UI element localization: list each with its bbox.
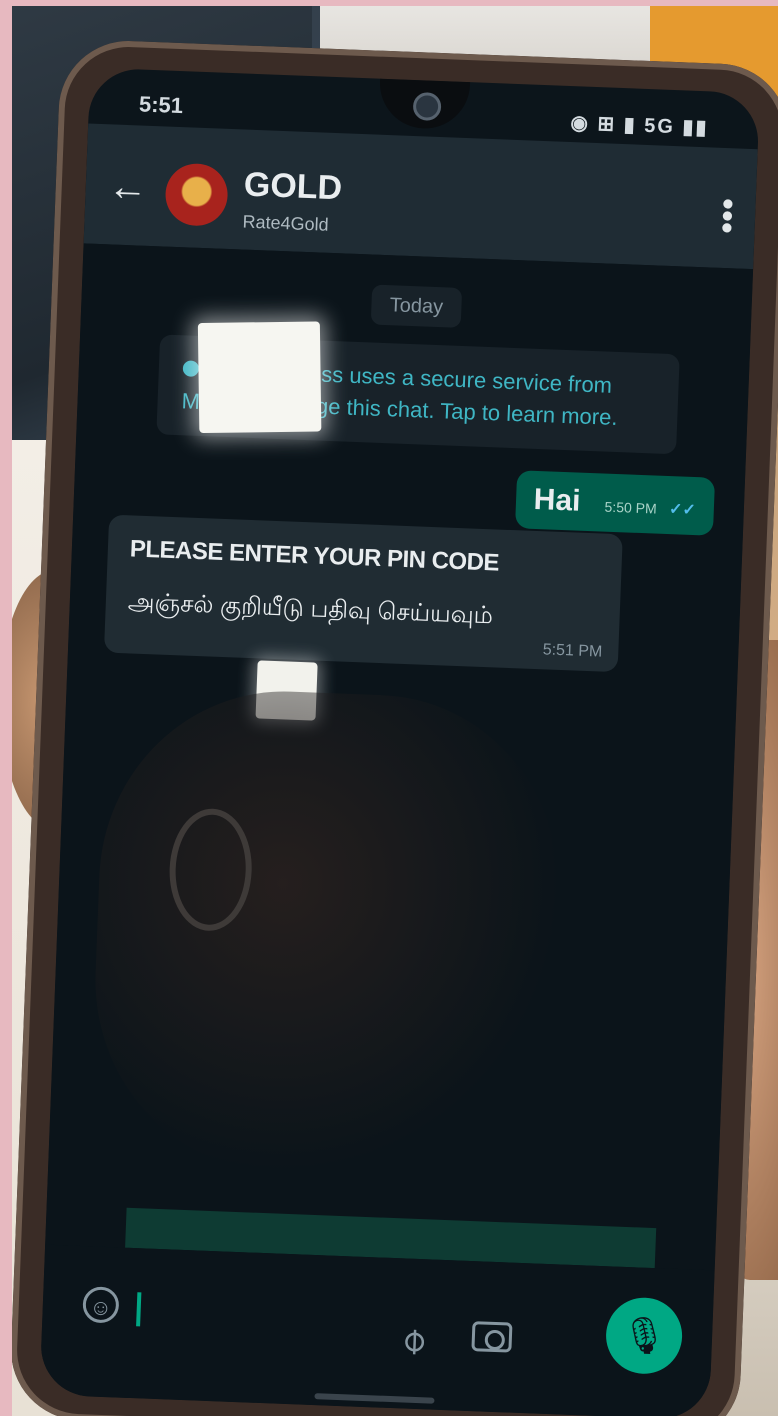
chat-area[interactable]: Today This business uses a secure servic…	[45, 243, 754, 1271]
camera-icon[interactable]	[471, 1321, 513, 1353]
status-time: 5:51	[138, 91, 184, 119]
image-border-top	[0, 0, 778, 6]
back-arrow-icon[interactable]: ←	[107, 164, 149, 211]
emoji-icon[interactable]: ☺	[82, 1286, 120, 1324]
status-icons: ◉ ⊞ ▮ 5G ▮▮	[570, 112, 709, 140]
outgoing-message-text: Hai	[533, 482, 582, 518]
hand-reflection	[88, 684, 567, 1182]
incoming-message-time: 5:51 PM	[542, 641, 603, 661]
microphone-icon[interactable]: 🎙	[604, 1296, 684, 1376]
outgoing-message-time: 5:50 PM	[604, 498, 657, 517]
date-pill: Today	[370, 284, 463, 328]
outgoing-message[interactable]: Hai 5:50 PM ✓✓	[514, 470, 716, 536]
info-icon	[182, 360, 200, 377]
light-glare	[197, 321, 322, 434]
photo-scene: 5:51 ◉ ⊞ ▮ 5G ▮▮ ← GOLD Rate4Gold ••• To…	[0, 0, 778, 1416]
phone-body: 5:51 ◉ ⊞ ▮ 5G ▮▮ ← GOLD Rate4Gold ••• To…	[8, 38, 778, 1416]
avatar[interactable]	[164, 162, 229, 227]
more-vert-icon[interactable]: •••	[707, 197, 746, 234]
phone-screen: 5:51 ◉ ⊞ ▮ 5G ▮▮ ← GOLD Rate4Gold ••• To…	[39, 67, 760, 1416]
paperclip-icon[interactable]: ⌀	[390, 1317, 434, 1363]
message-input-bar: ☺ ⌀ 🎙	[39, 1244, 715, 1416]
navigation-bar	[314, 1393, 435, 1404]
incoming-message-line2: அஞ்சல் குறியீடு பதிவு செய்யவும்	[127, 588, 494, 630]
text-cursor[interactable]	[136, 1292, 142, 1327]
incoming-message[interactable]: PLEASE ENTER YOUR PIN CODE அஞ்சல் குறியீ…	[103, 514, 623, 673]
contact-subtitle: Rate4Gold	[242, 211, 329, 235]
contact-name[interactable]: GOLD	[243, 166, 343, 209]
image-border-left	[0, 0, 12, 1416]
read-receipt-icon: ✓✓	[668, 501, 697, 520]
incoming-message-line1: PLEASE ENTER YOUR PIN CODE	[129, 535, 500, 577]
